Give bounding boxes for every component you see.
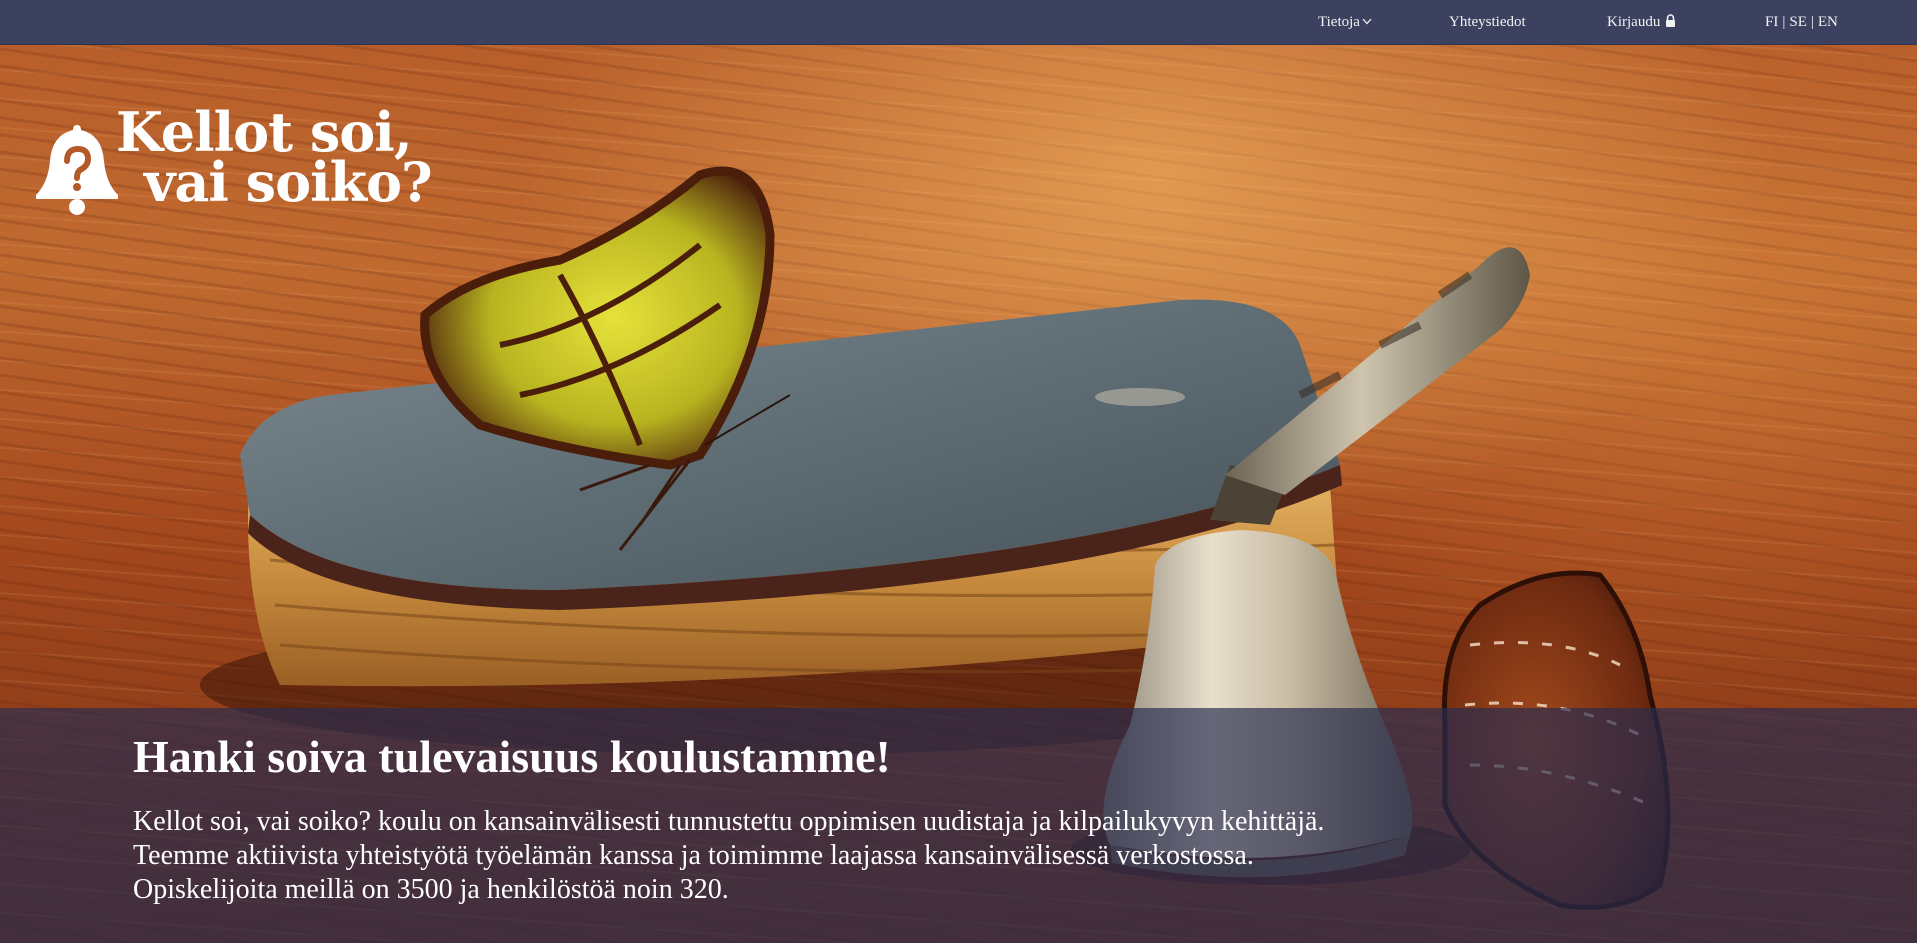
lock-icon (1666, 14, 1676, 28)
logo-text: Kellot soi, vai soiko? (116, 105, 433, 214)
language-fi-link[interactable]: FI (1765, 14, 1778, 30)
language-se-link[interactable]: SE (1789, 14, 1807, 30)
nav-tietoja-label: Tietoja (1318, 14, 1360, 30)
top-navigation-bar: Tietoja Yhteystiedot Kirjaudu FI | SE | EN (0, 0, 1917, 45)
bell-question-icon (36, 125, 118, 215)
site-logo[interactable]: Kellot soi, vai soiko? (34, 105, 433, 223)
nav-kirjaudu-link[interactable]: Kirjaudu (1607, 0, 1676, 45)
language-separator: | (1782, 14, 1786, 30)
nav-tietoja-dropdown[interactable]: Tietoja (1318, 0, 1372, 45)
nav-kirjaudu-label: Kirjaudu (1607, 14, 1661, 30)
hero-description-line: Kellot soi, vai soiko? koulu on kansainv… (133, 806, 1325, 837)
hero-description-line: Opiskelijoita meillä on 3500 ja henkilös… (133, 874, 729, 905)
hero-heading: Hanki soiva tulevaisuus koulustamme! (133, 731, 891, 782)
chevron-down-icon (1362, 18, 1372, 25)
nav-yhteystiedot-label: Yhteystiedot (1449, 14, 1526, 30)
language-separator: | (1810, 14, 1814, 30)
hero-description-line: Teemme aktiivista yhteistyötä työelämän … (133, 840, 1254, 871)
hero-description: Kellot soi, vai soiko? koulu on kansainv… (133, 805, 1324, 907)
language-en-link[interactable]: EN (1818, 14, 1838, 30)
hero-caption: Hanki soiva tulevaisuus koulustamme! Kel… (0, 708, 1917, 943)
nav-yhteystiedot-link[interactable]: Yhteystiedot (1449, 0, 1526, 45)
language-switcher: FI | SE | EN (1765, 0, 1838, 45)
logo-line-2: vai soiko? (144, 150, 433, 214)
